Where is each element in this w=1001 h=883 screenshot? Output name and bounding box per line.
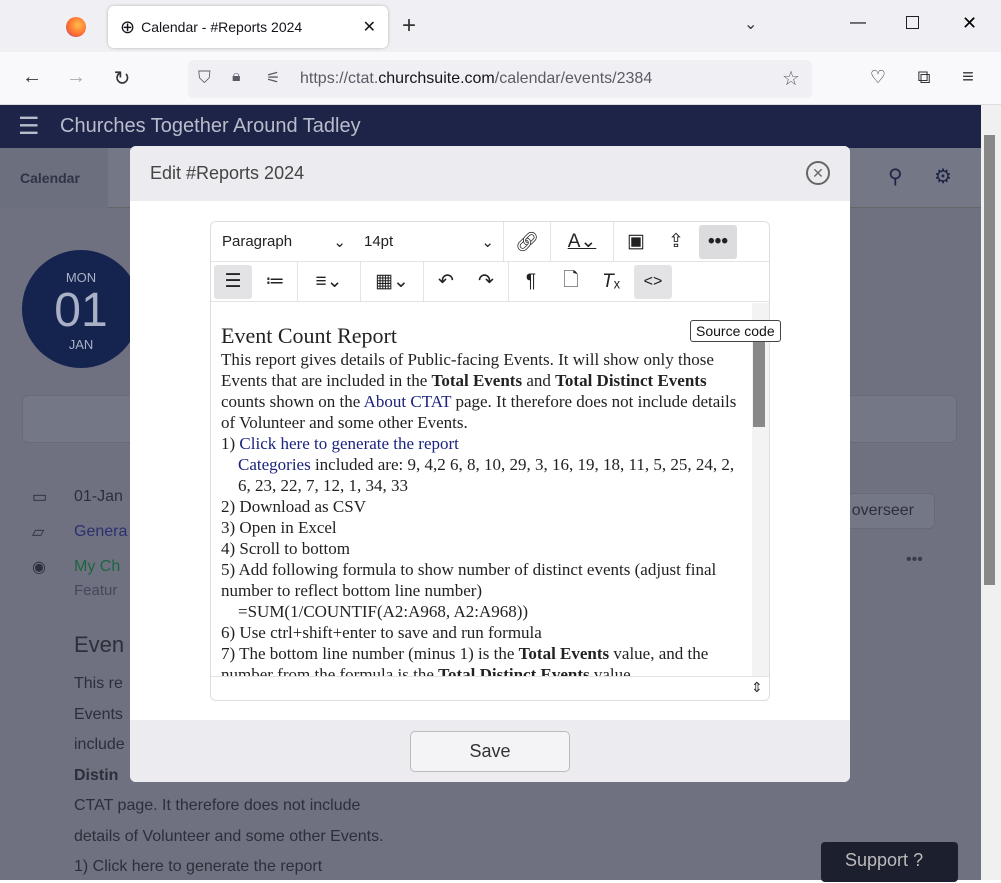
event-date: 01-Jan xyxy=(74,488,123,505)
minimize-icon[interactable]: — xyxy=(850,14,866,32)
event-category[interactable]: Genera xyxy=(74,523,127,541)
resize-handle-icon[interactable]: ⇕ xyxy=(751,679,763,696)
editor-scrollbar-thumb[interactable] xyxy=(753,342,765,427)
modal-header: Edit #Reports 2024 ✕ xyxy=(130,146,850,201)
generate-report-link[interactable]: Click here to generate the report xyxy=(239,434,458,453)
close-tab-icon[interactable]: ✕ xyxy=(363,17,376,37)
settings-icon[interactable]: ⚙ xyxy=(934,164,952,189)
hamburger-icon[interactable]: ☰ xyxy=(18,112,40,141)
modal-footer: Save xyxy=(130,720,850,782)
browser-tab-bar: ⊕ Calendar - #Reports 2024 ✕ + ⌄ — ✕ xyxy=(0,0,1001,52)
globe-icon: ⊕ xyxy=(120,16,136,37)
content-intro: This report gives details of Public-faci… xyxy=(221,350,737,432)
step-2: 2) Download as CSV xyxy=(221,497,366,516)
tab-title: Calendar - #Reports 2024 xyxy=(141,19,303,35)
modal-title: Edit #Reports 2024 xyxy=(150,163,305,183)
step-7: 7) The bottom line number (minus 1) is t… xyxy=(221,644,709,676)
browser-tab[interactable]: ⊕ Calendar - #Reports 2024 ✕ xyxy=(108,6,388,48)
bullet-list-icon[interactable]: ☰ xyxy=(214,264,252,299)
extensions-icon[interactable]: ⧉ xyxy=(912,67,936,88)
window-close-icon[interactable]: ✕ xyxy=(962,13,977,34)
date-badge-date: 01 xyxy=(54,284,108,337)
bg-line: 1) Click here to generate the report xyxy=(74,858,323,875)
step-1: 1) Click here to generate the report xyxy=(221,434,459,453)
url-domain: churchsuite.com xyxy=(378,70,495,87)
url-path: /calendar/events/2384 xyxy=(494,70,653,87)
bookmark-star-icon[interactable]: ☆ xyxy=(782,66,800,91)
clear-formatting-icon[interactable]: Tₓ xyxy=(594,265,628,299)
step-5: 5) Add following formula to show number … xyxy=(221,560,717,600)
bg-line: CTAT page. It therefore does not include xyxy=(74,797,361,814)
close-modal-icon[interactable]: ✕ xyxy=(806,161,830,185)
search-icon[interactable]: ⚲ xyxy=(888,164,903,189)
numbered-list-icon[interactable]: ≔ xyxy=(258,265,292,299)
save-button[interactable]: Save xyxy=(410,731,570,772)
block-format-select[interactable]: Paragraph ⌄ xyxy=(214,225,354,259)
formula-text: =SUM(1/COUNTIF(A2:A968, A2:A968)) xyxy=(238,602,529,621)
chevron-down-icon: ⌄ xyxy=(333,233,346,251)
redo-icon[interactable]: ↷ xyxy=(469,265,503,299)
more-tools-icon[interactable]: ••• xyxy=(699,224,737,259)
menu-icon[interactable]: ≡ xyxy=(956,66,980,89)
folder-icon: ▱ xyxy=(32,524,45,541)
chevron-down-icon: ⌄ xyxy=(481,233,494,251)
event-visibility[interactable]: My Ch xyxy=(74,558,120,576)
about-ctat-link[interactable]: About CTAT xyxy=(364,392,452,411)
document-icon[interactable]: 🗋︎ xyxy=(554,265,588,299)
page-scrollbar[interactable] xyxy=(981,105,1001,880)
back-icon[interactable]: ← xyxy=(20,66,44,89)
edit-modal: Edit #Reports 2024 ✕ Paragraph ⌄ 14pt ⌄ 🔗︎… xyxy=(130,146,850,782)
new-tab-icon[interactable]: + xyxy=(402,12,416,40)
font-size-select[interactable]: 14pt ⌄ xyxy=(360,225,498,259)
step-3: 3) Open in Excel xyxy=(221,518,337,537)
link-icon[interactable]: 🔗︎ xyxy=(509,225,545,259)
page-scrollbar-thumb xyxy=(984,135,995,585)
step-6: 6) Use ctrl+shift+enter to save and run … xyxy=(221,623,542,642)
bg-heading: Even xyxy=(74,632,125,657)
toolbar-row-2: ☰ ≔ ≡⌄ ▦⌄ ↶ ↷ ¶ 🗋︎ Tₓ <> xyxy=(211,261,769,302)
url-prefix: https://ctat. xyxy=(300,70,379,87)
date-badge-month: JAN xyxy=(68,337,94,352)
toolbar-row-1: Paragraph ⌄ 14pt ⌄ 🔗︎ A⌄ ▣ ⇪ ••• xyxy=(211,222,769,262)
rich-text-editor: Paragraph ⌄ 14pt ⌄ 🔗︎ A⌄ ▣ ⇪ ••• ☰ ≔ ≡⌄ ▦⌄… xyxy=(210,221,770,701)
bg-line: details of Volunteer and some other Even… xyxy=(74,827,384,845)
image-icon[interactable]: ▣ xyxy=(619,225,653,259)
align-icon[interactable]: ≡⌄ xyxy=(303,265,355,299)
eye-icon: ◉ xyxy=(32,559,46,576)
permissions-icon[interactable]: ⚟ xyxy=(266,68,280,88)
app-title: Churches Together Around Tadley xyxy=(60,115,361,137)
step-4: 4) Scroll to bottom xyxy=(221,539,350,558)
editor-statusbar: ⇕ xyxy=(211,676,769,700)
list-tabs-chevron-icon[interactable]: ⌄ xyxy=(744,14,757,34)
upload-icon[interactable]: ⇪ xyxy=(659,225,693,259)
pocket-icon[interactable]: ♡ xyxy=(866,67,890,88)
more-options-icon[interactable]: ••• xyxy=(906,551,923,569)
editor-content[interactable]: Event Count Report This report gives det… xyxy=(211,303,751,676)
source-code-tooltip: Source code xyxy=(690,320,781,342)
categories-line: Categories included are: 9, 4,2 6, 8, 10… xyxy=(238,455,735,495)
paragraph-mark-icon[interactable]: ¶ xyxy=(514,265,548,299)
source-code-icon[interactable]: <> xyxy=(634,264,672,299)
lock-icon[interactable]: 🔒︎ xyxy=(232,68,241,86)
firefox-logo-icon xyxy=(66,17,86,37)
support-button[interactable]: Support ? xyxy=(821,842,958,882)
date-badge: MON 01 JAN xyxy=(22,250,140,368)
calendar-icon: ▭ xyxy=(32,489,48,506)
url-bar[interactable]: ⛉ 🔒︎ ⚟ https://ctat. churchsuite.com/cale… xyxy=(188,60,812,98)
shield-icon[interactable]: ⛉ xyxy=(198,68,211,88)
maximize-icon[interactable] xyxy=(906,16,919,29)
text-color-icon[interactable]: A⌄ xyxy=(556,225,608,259)
reload-icon[interactable]: ↻ xyxy=(110,66,134,91)
content-heading: Event Count Report xyxy=(221,323,397,348)
undo-icon[interactable]: ↶ xyxy=(429,265,463,299)
help-icon: ? xyxy=(913,850,924,870)
app-header: ☰ Churches Together Around Tadley xyxy=(0,105,993,148)
date-badge-day: MON xyxy=(65,270,97,285)
table-icon[interactable]: ▦⌄ xyxy=(366,265,418,299)
forward-icon[interactable]: → xyxy=(64,66,88,89)
categories-link[interactable]: Categories xyxy=(238,455,311,474)
event-featured: Featur xyxy=(74,582,118,599)
support-label: Support xyxy=(845,850,909,870)
nav-calendar[interactable]: Calendar xyxy=(0,148,108,208)
